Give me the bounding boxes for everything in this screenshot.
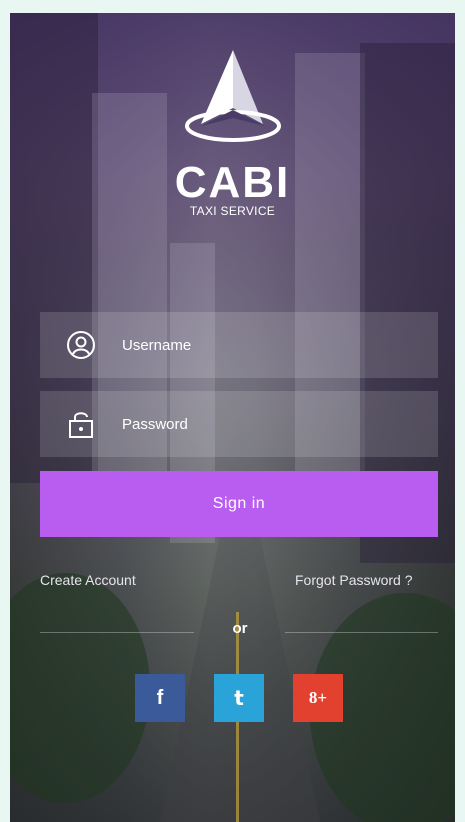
divider-right [285,632,438,633]
twitter-icon: t [234,686,244,710]
facebook-icon: f [156,686,164,709]
sign-in-button[interactable]: Sign in [40,471,438,537]
facebook-button[interactable]: f [135,674,185,722]
brand-name: CABI [174,158,291,207]
password-input[interactable] [122,415,412,433]
google-plus-button[interactable]: 8+ [293,674,343,722]
logo [0,46,465,156]
create-account-link[interactable]: Create Account [40,572,136,588]
username-input[interactable] [122,336,412,354]
user-circle-icon [40,330,122,360]
background-road [160,502,320,822]
forgot-password-link[interactable]: Forgot Password ? [295,572,413,588]
password-field[interactable] [40,391,438,457]
google-plus-icon: 8+ [308,688,328,707]
divider-left [40,632,194,633]
twitter-button[interactable]: t [214,674,264,722]
divider-label: or [232,620,248,637]
username-field[interactable] [40,312,438,378]
brand-tagline: TAXI SERVICE [189,204,276,218]
cabi-logo-icon [184,50,281,142]
background-tree [10,573,150,803]
lock-icon [40,409,122,439]
